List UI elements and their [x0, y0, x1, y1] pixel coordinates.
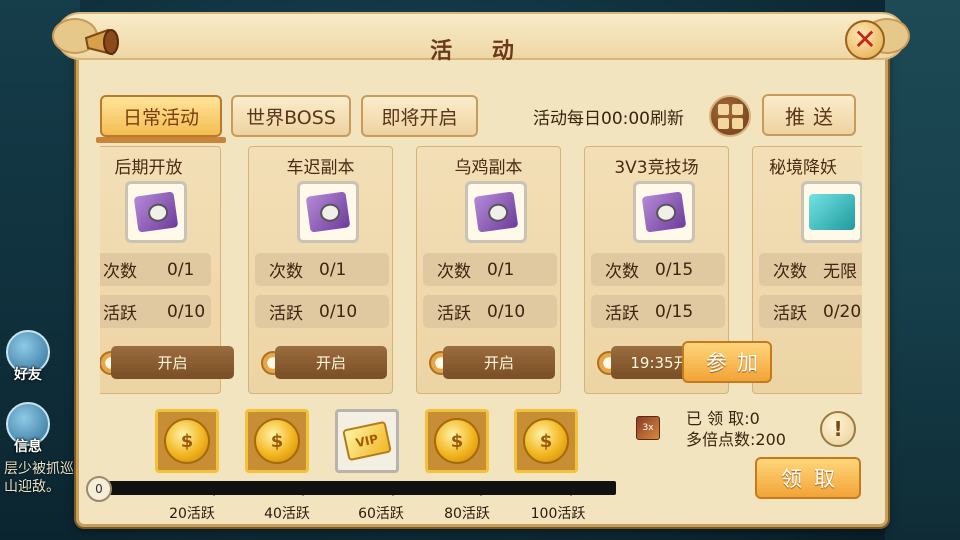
activity-name: 后期开放 [114, 158, 183, 178]
open-button[interactable]: 开启 [111, 346, 234, 379]
activity-card[interactable]: 后期开放 次数 0/1 活跃 0/10 开启 [100, 146, 234, 394]
activity-name: 秘境降妖 [769, 158, 837, 178]
multiplier-icon: 3x [636, 416, 660, 440]
milestone-label: 80活跃 [444, 506, 490, 522]
activity-icon-frame[interactable] [801, 181, 862, 243]
purple-scroll-icon [133, 191, 179, 233]
gold-coin-icon: $ [434, 418, 480, 464]
reward-chest-80[interactable]: $ [425, 409, 489, 473]
push-button[interactable]: 推送 [762, 94, 856, 136]
tab-active-underline [96, 137, 226, 143]
activity-icon-frame[interactable] [297, 181, 359, 243]
gold-coin-icon: $ [254, 418, 300, 464]
activity-points-row: 活跃 0/20 [759, 295, 862, 328]
milestone-label: 60活跃 [358, 506, 404, 522]
horn-icon [84, 28, 119, 56]
activity-card[interactable]: 车迟副本 次数 0/1 活跃 0/10 开启 [248, 146, 393, 394]
green-scroll-icon [809, 194, 855, 230]
times-row: 次数 0/1 [423, 253, 557, 286]
reward-chest-20[interactable]: $ [155, 409, 219, 473]
times-row: 次数 0/1 [100, 253, 211, 286]
activity-icon-frame[interactable] [465, 181, 527, 243]
purple-scroll-icon [305, 191, 351, 233]
friends-button[interactable]: 好友 [6, 330, 50, 383]
purple-scroll-icon [473, 191, 519, 233]
vip-card-icon: VIP [342, 420, 392, 462]
times-row: 次数 0/15 [591, 253, 725, 286]
times-row: 次数 0/1 [255, 253, 389, 286]
progress-tick [298, 489, 308, 496]
refresh-notice: 活动每日00:00刷新 [533, 109, 684, 129]
friends-label: 好友 [14, 367, 42, 383]
close-button[interactable]: ✕ [845, 20, 885, 60]
activity-points-row: 活跃 0/15 [591, 295, 725, 328]
progress-start-marker: 0 [86, 476, 112, 502]
activity-icon-frame[interactable] [125, 181, 187, 243]
activity-icon-frame[interactable] [633, 181, 695, 243]
progress-tick [209, 489, 219, 496]
chat-text: 层少被抓巡山迎敌。 [4, 461, 74, 495]
open-button[interactable]: 开启 [275, 346, 387, 379]
activity-points-row: 活跃 0/10 [423, 295, 557, 328]
page-title: 活 动 [430, 39, 530, 64]
activity-name: 车迟副本 [286, 158, 355, 178]
grid-menu-icon[interactable] [709, 95, 751, 137]
claimed-row: 已 领 取:0 [686, 409, 760, 428]
background-right [885, 0, 960, 540]
claim-button[interactable]: 领取 [755, 457, 861, 499]
activity-points-row: 活跃 0/10 [100, 295, 211, 328]
activity-name: 3V3竞技场 [614, 158, 699, 178]
messages-label: 信息 [14, 439, 42, 455]
purple-scroll-icon [641, 191, 687, 233]
multiplier-row: 多倍点数:200 [686, 430, 786, 449]
gold-coin-icon: $ [164, 418, 210, 464]
reward-chest-40[interactable]: $ [245, 409, 309, 473]
claim-info: 已 领 取:0 多倍点数:200 [686, 408, 786, 450]
close-icon: ✕ [853, 23, 877, 56]
activity-points-row: 活跃 0/10 [255, 295, 389, 328]
milestone-label: 20活跃 [169, 506, 215, 522]
open-button[interactable]: 开启 [443, 346, 555, 379]
activity-name: 乌鸡副本 [454, 158, 523, 178]
milestone-label: 100活跃 [530, 506, 586, 522]
gold-coin-icon: $ [523, 418, 569, 464]
messages-button[interactable]: 信息 [6, 402, 50, 455]
progress-tick [566, 489, 576, 496]
join-button[interactable]: 参加 [682, 341, 772, 383]
tab-world-boss[interactable]: 世界BOSS [231, 95, 351, 137]
progress-tick [476, 489, 486, 496]
times-row: 次数 无限 [759, 253, 862, 286]
progress-tick [388, 489, 398, 496]
milestone-label: 40活跃 [264, 506, 310, 522]
activity-card[interactable]: 乌鸡副本 次数 0/1 活跃 0/10 开启 [416, 146, 561, 394]
tab-upcoming[interactable]: 即将开启 [361, 95, 478, 137]
tab-daily[interactable]: 日常活动 [100, 95, 222, 137]
help-button[interactable]: ! [820, 411, 856, 447]
activity-progress-bar [98, 481, 616, 495]
reward-chest-100[interactable]: $ [514, 409, 578, 473]
background-left [0, 0, 80, 540]
reward-chest-60[interactable]: VIP [335, 409, 399, 473]
